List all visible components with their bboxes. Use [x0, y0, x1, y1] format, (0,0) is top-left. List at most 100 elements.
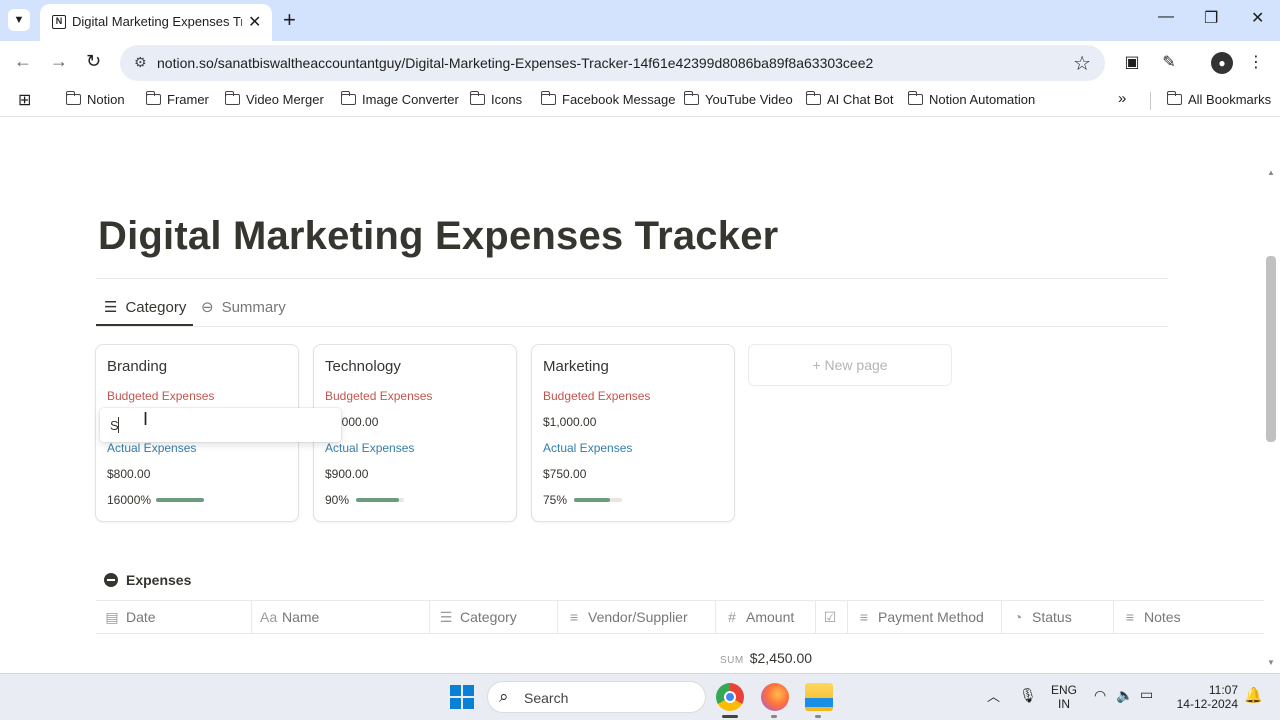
- tray-chevron-up-icon[interactable]: ︿: [987, 686, 1000, 705]
- language-indicator[interactable]: ENG IN: [1046, 683, 1082, 711]
- tab-summary[interactable]: ⊖ Summary: [201, 298, 286, 316]
- battery-icon[interactable]: ▭: [1140, 686, 1153, 703]
- budget-label: Budgeted Expenses: [107, 389, 215, 403]
- progress-fill: [574, 498, 610, 502]
- windows-start-icon[interactable]: [450, 685, 474, 709]
- scrollbar-thumb[interactable]: [1266, 256, 1276, 442]
- summary-icon: ⊖: [201, 299, 214, 316]
- close-window-icon[interactable]: ✕: [1251, 8, 1264, 28]
- column-date[interactable]: ▤ Date: [96, 601, 252, 634]
- browser-toolbar: ← → ↻ ⚙ notion.so/sanatbiswaltheaccounta…: [0, 41, 1280, 85]
- column-vendor-supplier[interactable]: ≡ Vendor/Supplier: [558, 601, 716, 634]
- bookmark-ai-chat-bot[interactable]: AI Chat Bot: [805, 91, 893, 107]
- page-title[interactable]: Digital Marketing Expenses Tracker: [98, 214, 778, 259]
- all-bookmarks[interactable]: All Bookmarks: [1166, 91, 1271, 107]
- more-bookmarks-chevron-icon[interactable]: »: [1118, 90, 1126, 107]
- restore-icon[interactable]: ❐: [1204, 8, 1218, 28]
- budget-value: $1,000.00: [543, 415, 597, 429]
- extensions-puzzle-icon[interactable]: ✎: [1158, 52, 1180, 74]
- bookmark-image-converter[interactable]: Image Converter: [340, 91, 459, 107]
- folder-icon: [907, 91, 923, 105]
- progress-fill: [156, 498, 204, 502]
- progress-fill: [356, 498, 400, 502]
- column-notes[interactable]: ≡ Notes: [1114, 601, 1264, 634]
- firefox-running-indicator: [771, 715, 777, 718]
- column-payment-method[interactable]: ≡ Payment Method: [848, 601, 1002, 634]
- column-amount[interactable]: # Amount: [716, 601, 816, 634]
- new-page-button[interactable]: + New page: [748, 344, 952, 386]
- bookmark-youtube-video[interactable]: YouTube Video: [683, 91, 793, 107]
- folder-icon: [1166, 91, 1182, 105]
- column-name[interactable]: Aa Name: [252, 601, 430, 634]
- taskbar-search-box[interactable]: ⌕ Search: [487, 681, 706, 713]
- scroll-up-arrow-icon[interactable]: ▲: [1267, 168, 1275, 177]
- bookmark-star-icon[interactable]: ☆: [1073, 51, 1091, 76]
- status-icon: ◔: [1013, 609, 1023, 625]
- browser-tab-strip: ▼ N Digital Marketing Expenses Trac ✕ + …: [0, 0, 1280, 41]
- minimize-icon[interactable]: —: [1158, 8, 1174, 26]
- column-checkbox[interactable]: ☑: [816, 601, 848, 634]
- menu-kebab-icon[interactable]: ⋮: [1245, 52, 1267, 74]
- scroll-down-arrow-icon[interactable]: ▼: [1267, 658, 1275, 667]
- taskbar-search-placeholder: Search: [524, 690, 569, 706]
- chrome-icon[interactable]: [716, 683, 744, 711]
- folder-icon: [805, 91, 821, 105]
- bookmark-icons[interactable]: Icons: [469, 91, 522, 107]
- bookmark-notion-automation[interactable]: Notion Automation: [907, 91, 1035, 107]
- forward-arrow-icon[interactable]: →: [50, 51, 68, 72]
- bookmark-divider: [1150, 92, 1151, 110]
- volume-icon[interactable]: 🔈: [1116, 687, 1133, 704]
- explorer-running-indicator: [815, 715, 821, 718]
- budget-edit-input[interactable]: S: [100, 408, 341, 442]
- card-name: Technology: [325, 358, 401, 375]
- database-title[interactable]: Expenses: [104, 572, 191, 588]
- bookmark-notion[interactable]: Notion: [65, 91, 125, 107]
- card-marketing[interactable]: Marketing Budgeted Expenses $1,000.00 Ac…: [531, 344, 735, 522]
- text-lines-icon: ≡: [859, 609, 869, 625]
- clock[interactable]: 11:07 14-12-2024: [1170, 683, 1238, 711]
- amount-sum[interactable]: SUM $2,450.00: [720, 650, 812, 666]
- avatar[interactable]: ●: [1211, 52, 1233, 74]
- tab-search-chevron-icon[interactable]: ▼: [8, 9, 30, 31]
- column-status[interactable]: ◔ Status: [1002, 601, 1114, 634]
- browser-tab[interactable]: N Digital Marketing Expenses Trac ✕: [40, 4, 272, 41]
- list-icon: ☰: [104, 299, 118, 316]
- notion-favicon-icon: N: [52, 15, 66, 29]
- microphone-icon[interactable]: 🎙: [1019, 687, 1037, 704]
- percent-value: 90%: [325, 493, 350, 507]
- calendar-icon: ▤: [105, 609, 119, 625]
- percent-value: 16000%: [107, 493, 152, 507]
- search-icon: ⌕: [499, 687, 509, 706]
- collapse-circle-icon[interactable]: [104, 573, 118, 587]
- bookmark-facebook-message[interactable]: Facebook Message: [540, 91, 675, 107]
- notification-bell-icon[interactable]: 🔔: [1244, 686, 1263, 704]
- column-category[interactable]: ☰ Category: [430, 601, 558, 634]
- address-bar[interactable]: ⚙ notion.so/sanatbiswaltheaccountantguy/…: [120, 45, 1105, 81]
- folder-icon: [340, 91, 356, 105]
- close-tab-icon[interactable]: ✕: [248, 12, 261, 32]
- url-text[interactable]: notion.so/sanatbiswaltheaccountantguy/Di…: [157, 55, 873, 71]
- new-tab-plus-icon[interactable]: +: [283, 7, 296, 33]
- card-technology[interactable]: Technology Budgeted Expenses $1,000.00 A…: [313, 344, 517, 522]
- checkbox-icon: ☑: [823, 609, 837, 625]
- tab-category[interactable]: ☰ Category: [104, 298, 186, 316]
- title-divider: [96, 278, 1168, 279]
- text-cursor-ibeam-icon: I: [143, 409, 149, 429]
- file-explorer-icon[interactable]: [805, 683, 833, 711]
- wifi-icon[interactable]: ◠: [1094, 687, 1106, 704]
- bookmark-video-merger[interactable]: Video Merger: [224, 91, 324, 107]
- list-icon: ☰: [439, 609, 453, 625]
- reload-icon[interactable]: ↻: [86, 51, 101, 72]
- sum-value: $2,450.00: [749, 650, 813, 666]
- actual-label: Actual Expenses: [107, 441, 197, 455]
- back-arrow-icon[interactable]: ←: [14, 51, 32, 72]
- actual-label: Actual Expenses: [325, 441, 415, 455]
- apps-grid-icon[interactable]: ⊞: [18, 90, 31, 110]
- profile-extension-icon[interactable]: ▣: [1121, 52, 1143, 74]
- firefox-icon[interactable]: [761, 683, 789, 711]
- bookmark-framer[interactable]: Framer: [145, 91, 209, 107]
- percent-value: 75%: [543, 493, 568, 507]
- tab-title: Digital Marketing Expenses Trac: [72, 14, 242, 29]
- clock-time: 11:07: [1208, 683, 1238, 697]
- site-settings-icon[interactable]: ⚙: [134, 54, 147, 71]
